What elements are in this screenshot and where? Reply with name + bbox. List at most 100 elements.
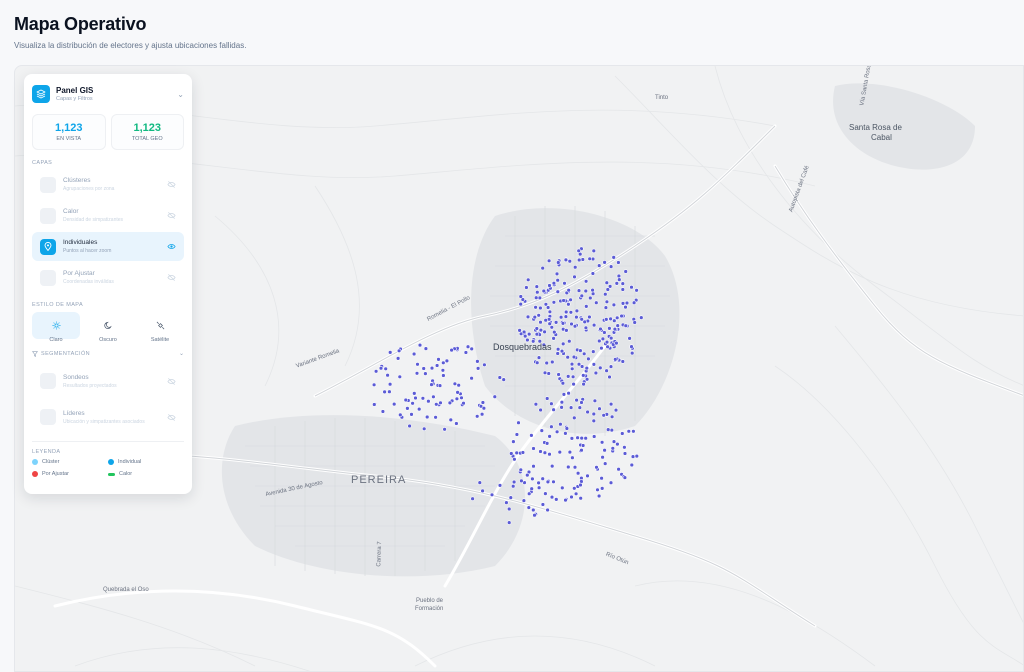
voter-point[interactable]: [544, 441, 550, 446]
voter-point[interactable]: [568, 405, 574, 410]
voter-point[interactable]: [565, 355, 570, 360]
voter-point[interactable]: [608, 480, 614, 485]
voter-point[interactable]: [599, 486, 605, 491]
voter-point[interactable]: [532, 513, 537, 518]
voter-point[interactable]: [570, 374, 576, 379]
voter-point[interactable]: [412, 391, 417, 396]
voter-point[interactable]: [622, 451, 628, 456]
voter-point[interactable]: [533, 295, 539, 300]
voter-point[interactable]: [616, 273, 622, 279]
voter-point[interactable]: [620, 301, 626, 306]
voter-point[interactable]: [608, 264, 614, 269]
voter-point[interactable]: [508, 495, 513, 500]
voter-point[interactable]: [529, 486, 534, 491]
voter-point[interactable]: [607, 374, 612, 380]
voter-point[interactable]: [554, 497, 559, 502]
voter-point[interactable]: [479, 412, 485, 417]
voter-point[interactable]: [521, 329, 527, 335]
voter-point[interactable]: [372, 402, 377, 407]
voter-point[interactable]: [426, 399, 431, 404]
voter-point[interactable]: [549, 325, 554, 330]
voter-point[interactable]: [536, 355, 542, 360]
voter-point[interactable]: [572, 274, 577, 280]
voter-point[interactable]: [550, 359, 555, 365]
voter-point[interactable]: [627, 336, 632, 341]
voter-point[interactable]: [602, 461, 608, 466]
voter-point[interactable]: [629, 462, 634, 468]
voter-point[interactable]: [583, 279, 589, 284]
voter-point[interactable]: [518, 467, 523, 472]
voter-point[interactable]: [547, 452, 552, 457]
voter-point[interactable]: [422, 426, 427, 431]
voter-point[interactable]: [511, 484, 516, 489]
voter-point[interactable]: [597, 406, 602, 411]
voter-point[interactable]: [561, 392, 567, 397]
voter-point[interactable]: [537, 295, 542, 301]
voter-point[interactable]: [591, 434, 597, 439]
voter-point[interactable]: [534, 332, 540, 337]
voter-point[interactable]: [547, 434, 552, 439]
voter-point[interactable]: [380, 409, 386, 414]
voter-point[interactable]: [615, 441, 620, 447]
voter-point[interactable]: [512, 457, 517, 462]
voter-point[interactable]: [622, 445, 627, 450]
voter-point[interactable]: [566, 391, 571, 396]
voter-point[interactable]: [452, 381, 458, 386]
voter-point[interactable]: [591, 349, 596, 354]
voter-point[interactable]: [546, 258, 552, 264]
voter-point[interactable]: [574, 308, 580, 314]
voter-point[interactable]: [420, 396, 426, 401]
voter-point[interactable]: [480, 400, 486, 405]
voter-point[interactable]: [604, 317, 609, 322]
voter-point[interactable]: [569, 494, 574, 500]
voter-point[interactable]: [429, 382, 434, 387]
segment-sondeos[interactable]: Sondeos Resultados proyectados: [32, 363, 184, 399]
voter-point[interactable]: [534, 284, 539, 289]
voter-point[interactable]: [526, 331, 532, 337]
voter-point[interactable]: [605, 427, 611, 432]
voter-point[interactable]: [423, 346, 429, 351]
voter-point[interactable]: [572, 324, 578, 329]
voter-point[interactable]: [382, 389, 387, 395]
voter-point[interactable]: [569, 366, 575, 371]
voter-point[interactable]: [441, 373, 446, 378]
voter-point[interactable]: [558, 315, 564, 320]
voter-point[interactable]: [551, 336, 556, 341]
voter-point[interactable]: [543, 491, 548, 496]
voter-point[interactable]: [552, 329, 557, 335]
voter-point[interactable]: [583, 436, 588, 441]
voter-point[interactable]: [616, 260, 621, 265]
voter-point[interactable]: [584, 304, 589, 309]
voter-point[interactable]: [563, 497, 568, 503]
segment-lideres[interactable]: Líderes Ubicación y simpatizantes asocia…: [32, 399, 184, 435]
voter-point[interactable]: [561, 298, 566, 303]
voter-point[interactable]: [586, 356, 591, 362]
voter-point[interactable]: [563, 431, 568, 436]
voter-point[interactable]: [525, 472, 530, 478]
voter-point[interactable]: [536, 485, 542, 490]
voter-point[interactable]: [415, 362, 420, 367]
voter-point[interactable]: [543, 318, 548, 323]
voter-point[interactable]: [559, 405, 564, 410]
voter-point[interactable]: [387, 389, 392, 394]
voter-point[interactable]: [576, 362, 582, 367]
voter-point[interactable]: [613, 407, 619, 413]
voter-point[interactable]: [554, 271, 560, 277]
voter-point[interactable]: [601, 413, 606, 418]
voter-point[interactable]: [544, 396, 550, 401]
voter-point[interactable]: [440, 368, 446, 373]
voter-point[interactable]: [608, 335, 614, 341]
voter-point[interactable]: [507, 506, 512, 512]
eye-off-icon[interactable]: [167, 413, 176, 422]
voter-point[interactable]: [567, 449, 573, 455]
style-oscuro-button[interactable]: Oscuro: [84, 312, 132, 343]
voter-point[interactable]: [480, 488, 485, 494]
voter-point[interactable]: [563, 314, 569, 319]
voter-point[interactable]: [575, 471, 581, 476]
voter-point[interactable]: [572, 486, 577, 491]
voter-point[interactable]: [608, 364, 614, 369]
voter-point[interactable]: [551, 281, 557, 286]
voter-point[interactable]: [423, 371, 428, 376]
voter-point[interactable]: [417, 406, 422, 412]
voter-point[interactable]: [563, 257, 569, 263]
